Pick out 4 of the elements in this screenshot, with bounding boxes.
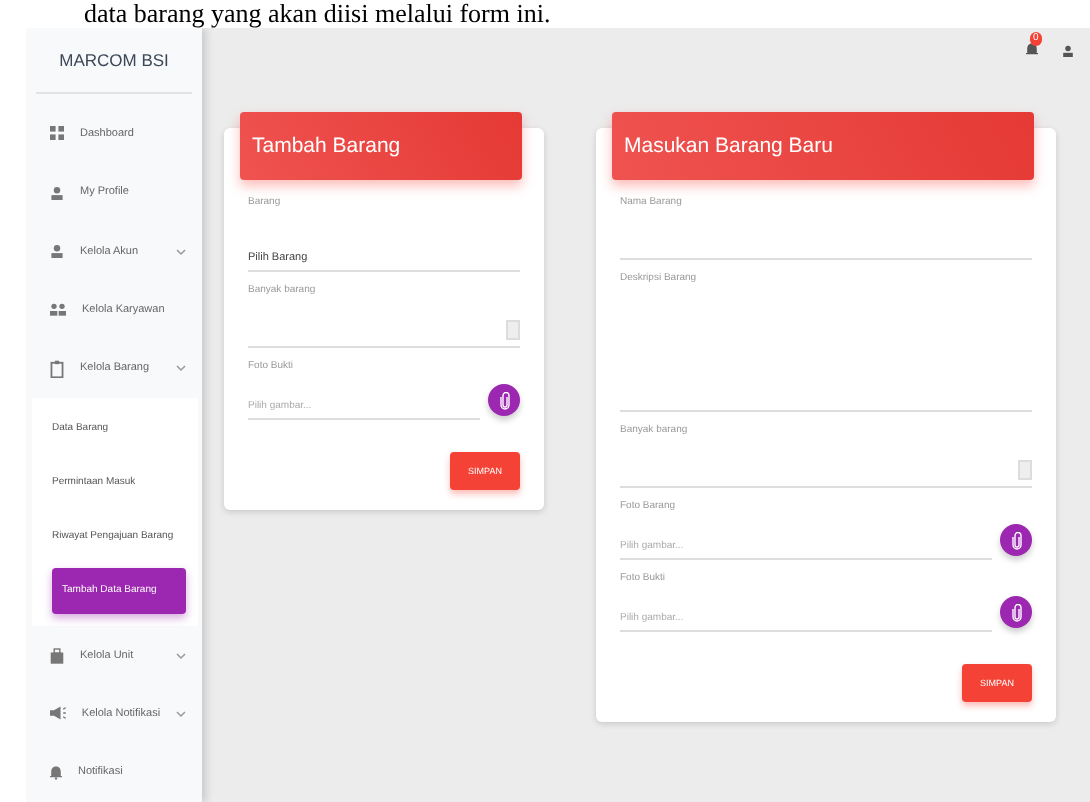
card-header: Masukan Barang Baru — [612, 112, 1034, 180]
brand-title: MARCOM BSI — [36, 28, 192, 95]
card-header: Tambah Barang — [240, 112, 522, 180]
caption-text: data barang yang akan diisi melalui form ini. — [82, 0, 553, 28]
